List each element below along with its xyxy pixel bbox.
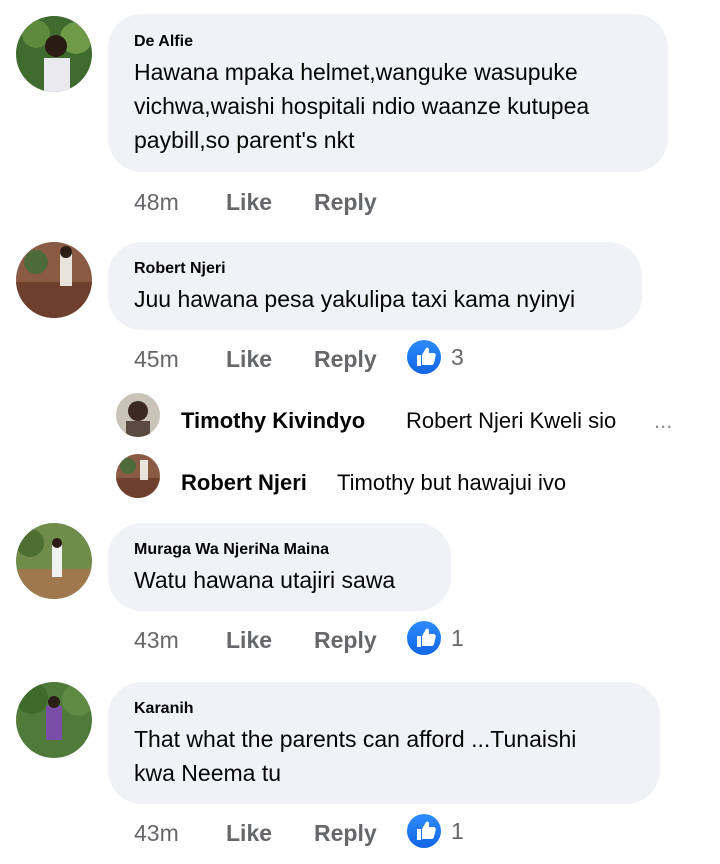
- comment-text-line: vichwa,waishi hospitali ndio waanze kutu…: [134, 93, 590, 119]
- comment-text-line: That what the parents can afford ...Tuna…: [134, 726, 577, 752]
- reply-text: Timothy but hawajui ivo: [337, 470, 567, 495]
- comment-text-line: Hawana mpaka helmet,wanguke wasupuke: [134, 59, 578, 85]
- avatar[interactable]: [16, 16, 92, 92]
- avatar[interactable]: [16, 682, 92, 758]
- comment-timestamp[interactable]: 43m: [134, 627, 179, 654]
- avatar[interactable]: [16, 242, 92, 318]
- comment-timestamp[interactable]: 45m: [134, 346, 179, 373]
- thumbs-up-icon[interactable]: [407, 814, 441, 848]
- reaction-count[interactable]: 1: [451, 818, 464, 845]
- comment-text-line: paybill,so parent's nkt: [134, 127, 355, 153]
- thumbs-up-icon[interactable]: [407, 621, 441, 655]
- like-button[interactable]: Like: [226, 189, 272, 216]
- comment-author[interactable]: Robert Njeri: [134, 260, 226, 278]
- reply-button[interactable]: Reply: [314, 627, 377, 654]
- avatar[interactable]: [116, 454, 160, 498]
- comment-author[interactable]: De Alfie: [134, 33, 193, 51]
- comment-timestamp[interactable]: 48m: [134, 189, 179, 216]
- reply-author[interactable]: Robert Njeri: [181, 470, 307, 496]
- avatar[interactable]: [16, 523, 92, 599]
- comment-text-line: Juu hawana pesa yakulipa taxi kama nyiny…: [134, 286, 576, 312]
- reply-button[interactable]: Reply: [314, 820, 377, 847]
- reply-button[interactable]: Reply: [314, 346, 377, 373]
- like-button[interactable]: Like: [226, 346, 272, 373]
- like-button[interactable]: Like: [226, 627, 272, 654]
- comment-timestamp[interactable]: 43m: [134, 820, 179, 847]
- comment-text-line: kwa Neema tu: [134, 760, 282, 786]
- reply-author[interactable]: Timothy Kivindyo: [181, 408, 365, 434]
- comment-author[interactable]: Karanih: [134, 700, 194, 718]
- reply-button[interactable]: Reply: [314, 189, 377, 216]
- avatar[interactable]: [116, 393, 160, 437]
- reaction-count[interactable]: 3: [451, 344, 464, 371]
- comment-author[interactable]: Muraga Wa NjeriNa Maina: [134, 541, 329, 559]
- comment-text-line: Watu hawana utajiri sawa: [134, 567, 396, 593]
- thumbs-up-icon[interactable]: [407, 340, 441, 374]
- reply-truncation: ...: [654, 408, 673, 433]
- reaction-count[interactable]: 1: [451, 625, 464, 652]
- like-button[interactable]: Like: [226, 820, 272, 847]
- reply-text: Robert Njeri Kweli sio: [406, 408, 617, 433]
